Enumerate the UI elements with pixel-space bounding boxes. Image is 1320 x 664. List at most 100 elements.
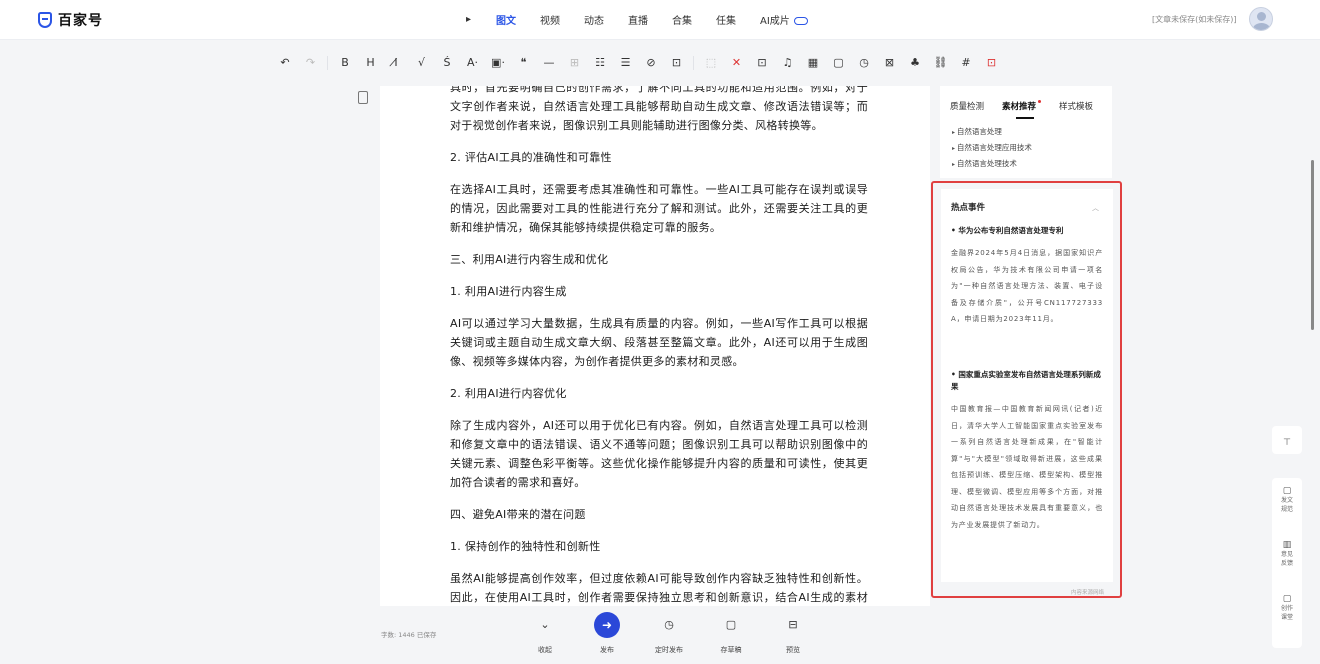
hot-events-title: 热点事件	[951, 203, 986, 213]
paragraph: AI可以通过学习大量数据，生成具有质量的内容。例如，一些AI写作工具可以根据关键…	[450, 317, 868, 368]
article-body[interactable]: 具时，首先要明确自己的创作需求，了解不同工具的功能和适用范围。例如，对于文字创作…	[450, 86, 868, 606]
paragraph: 在选择AI工具时，还需要考虑其准确性和可靠性。一些AI工具可能存在误判或误导的情…	[450, 183, 868, 234]
action-label: 存草稿	[720, 646, 742, 654]
rail-label: 意见	[1280, 551, 1293, 558]
hot-event-item[interactable]: 国家重点实验室发布自然语言处理系列新成果 中国教育报—中国教育新闻网讯(记者)近…	[951, 369, 1103, 533]
nav-tab-live[interactable]: 直播	[628, 12, 648, 27]
save-draft-button[interactable]: ▢ 存草稿	[709, 612, 753, 655]
music-icon[interactable]: ♫	[779, 54, 797, 72]
hot-event-body: 中国教育报—中国教育新闻网讯(记者)近日，清华大学人工智能国家重点实验室发布一系…	[951, 405, 1103, 529]
classroom-icon: ▢	[1282, 594, 1292, 604]
collapse-button[interactable]: ⌄ 收起	[523, 612, 567, 655]
redo-icon[interactable]: ↷	[302, 54, 320, 72]
suggestion-item[interactable]: 自然语言处理技术	[952, 156, 1032, 172]
paragraph: 除了生成内容外，AI还可以用于优化已有内容。例如，自然语言处理工具可以检测和修复…	[450, 419, 868, 489]
rail-item-feedback[interactable]: ▥ 意见 反馈	[1272, 540, 1302, 594]
publish-button[interactable]: ➜ 发布	[585, 612, 629, 655]
bold-icon[interactable]: B	[336, 54, 354, 72]
tab-quality-check[interactable]: 质量检测	[950, 100, 984, 112]
action-label: 定时发布	[655, 646, 683, 654]
action-label: 预览	[786, 646, 800, 654]
strikethrough-icon[interactable]: Ś	[438, 54, 456, 72]
image-placeholder-icon[interactable]: ⬚	[702, 54, 720, 72]
table-icon[interactable]: ⊞	[566, 54, 584, 72]
word-count: 字数: 1446 已保存	[381, 631, 437, 639]
nav-arrow-icon[interactable]: ▸	[466, 14, 476, 25]
logo[interactable]: 百家号	[38, 10, 103, 30]
back-to-top-button[interactable]: ⊤	[1272, 426, 1302, 454]
chevron-down-icon: ⌄	[540, 618, 550, 631]
mindmap-icon[interactable]: ♣	[906, 54, 924, 72]
suggestion-item[interactable]: 自然语言处理应用技术	[952, 140, 1032, 156]
ai-tool-icon[interactable]: ✕	[728, 54, 746, 72]
action-label: 发布	[600, 646, 614, 654]
divider-icon[interactable]: —	[540, 54, 558, 72]
page-scrollbar[interactable]	[1311, 160, 1314, 330]
chevron-up-icon[interactable]: ︿	[1092, 203, 1099, 213]
format-painter-icon[interactable]: ⊡	[668, 54, 686, 72]
quote-icon[interactable]: ❝	[515, 54, 533, 72]
rail-item-classroom[interactable]: ▢ 创作 课堂	[1272, 594, 1302, 648]
ai-badge-icon	[793, 17, 808, 25]
section-heading: 1. 保持创作的独特性和创新性	[450, 540, 601, 553]
unordered-list-icon[interactable]: ☰	[617, 54, 635, 72]
clock-icon: ◷	[664, 618, 674, 631]
avatar[interactable]	[1249, 7, 1273, 31]
suggestion-list: 自然语言处理 自然语言处理应用技术 自然语言处理技术	[952, 124, 1032, 172]
check-icon[interactable]: √	[413, 54, 431, 72]
tab-style-template[interactable]: 样式模板	[1059, 100, 1093, 112]
font-color-icon[interactable]: A·	[464, 54, 482, 72]
paragraph: 虽然AI能够提高创作效率，但过度依赖AI可能导致创作内容缺乏独特性和创新性。因此…	[450, 572, 868, 604]
preview-button[interactable]: ⊟ 预览	[771, 612, 815, 655]
schedule-publish-button[interactable]: ◷ 定时发布	[647, 612, 691, 655]
hot-event-item[interactable]: 华为公布专利自然语言处理专利 金融界2024年5月4日消息，据国家知识产权局公告…	[951, 225, 1103, 328]
card-icon[interactable]: ▢	[830, 54, 848, 72]
nav-tab-series[interactable]: 任集	[716, 12, 736, 27]
nav-tab-ai-video-label: AI成片	[760, 16, 790, 27]
rail-label: 规范	[1280, 506, 1293, 513]
assistant-panel: 质量检测 素材推荐 样式模板 自然语言处理 自然语言处理应用技术 自然语言处理技…	[940, 86, 1112, 178]
new-dot-icon	[1038, 100, 1042, 103]
hot-events-source: 内容来源网络	[1071, 590, 1105, 596]
rail-label: 反馈	[1280, 560, 1293, 567]
nav-tab-moment[interactable]: 动态	[584, 12, 604, 27]
clear-format-icon[interactable]: I̸	[387, 54, 405, 72]
section-heading: 三、利用AI进行内容生成和优化	[450, 253, 609, 266]
nav-tab-collection[interactable]: 合集	[672, 12, 692, 27]
editor-paper[interactable]: 具时，首先要明确自己的创作需求，了解不同工具的功能和适用范围。例如，对于文字创作…	[380, 86, 930, 606]
ai-check-icon[interactable]: ⊡	[983, 54, 1001, 72]
store-icon[interactable]: ⊠	[881, 54, 899, 72]
hot-events-card: 热点事件 ︿ 华为公布专利自然语言处理专利 金融界2024年5月4日消息，据国家…	[941, 189, 1113, 582]
document-icon: ▢	[1282, 486, 1292, 496]
toolbar-divider	[327, 56, 328, 70]
image-icon[interactable]: ⊡	[753, 54, 771, 72]
tab-material-recommend[interactable]: 素材推荐	[1002, 100, 1042, 119]
nav-tab-article[interactable]: 图文	[496, 12, 516, 27]
heading-icon[interactable]: H	[362, 54, 380, 72]
rail-label: 课堂	[1280, 614, 1293, 621]
document-outline-icon[interactable]	[358, 91, 368, 104]
toolbar-divider	[693, 56, 694, 70]
video-icon[interactable]: ▦	[804, 54, 822, 72]
tab-material-recommend-label: 素材推荐	[1002, 102, 1037, 112]
suggestion-item[interactable]: 自然语言处理	[952, 124, 1032, 140]
assistant-tabs: 质量检测 素材推荐 样式模板	[950, 100, 1111, 119]
draft-icon: ▢	[725, 618, 737, 631]
link-icon[interactable]: ⛓	[932, 54, 950, 72]
eraser-icon[interactable]: ⊘	[642, 54, 660, 72]
nav-tab-video[interactable]: 视频	[540, 12, 560, 27]
logo-text: 百家号	[58, 13, 103, 29]
section-heading: 2. 利用AI进行内容优化	[450, 387, 567, 400]
main-nav: ▸ 图文 视频 动态 直播 合集 任集 AI成片	[466, 12, 832, 27]
rail-label: 发文	[1280, 497, 1293, 504]
undo-icon[interactable]: ↶	[276, 54, 294, 72]
poll-icon[interactable]: ◷	[855, 54, 873, 72]
background-color-icon[interactable]: ▣·	[489, 54, 507, 72]
arrow-right-icon: ➜	[594, 612, 620, 638]
hot-event-body: 金融界2024年5月4日消息，据国家知识产权局公告，华为技术有限公司申请一项名为…	[951, 249, 1103, 323]
rail-item-guidelines[interactable]: ▢ 发文 规范	[1272, 486, 1302, 540]
ordered-list-icon[interactable]: ☷	[591, 54, 609, 72]
top-bar: 百家号 ▸ 图文 视频 动态 直播 合集 任集 AI成片 [文章未保存(如未保存…	[0, 0, 1320, 40]
hashtag-icon[interactable]: #	[957, 54, 975, 72]
nav-tab-ai-video[interactable]: AI成片	[760, 12, 808, 27]
